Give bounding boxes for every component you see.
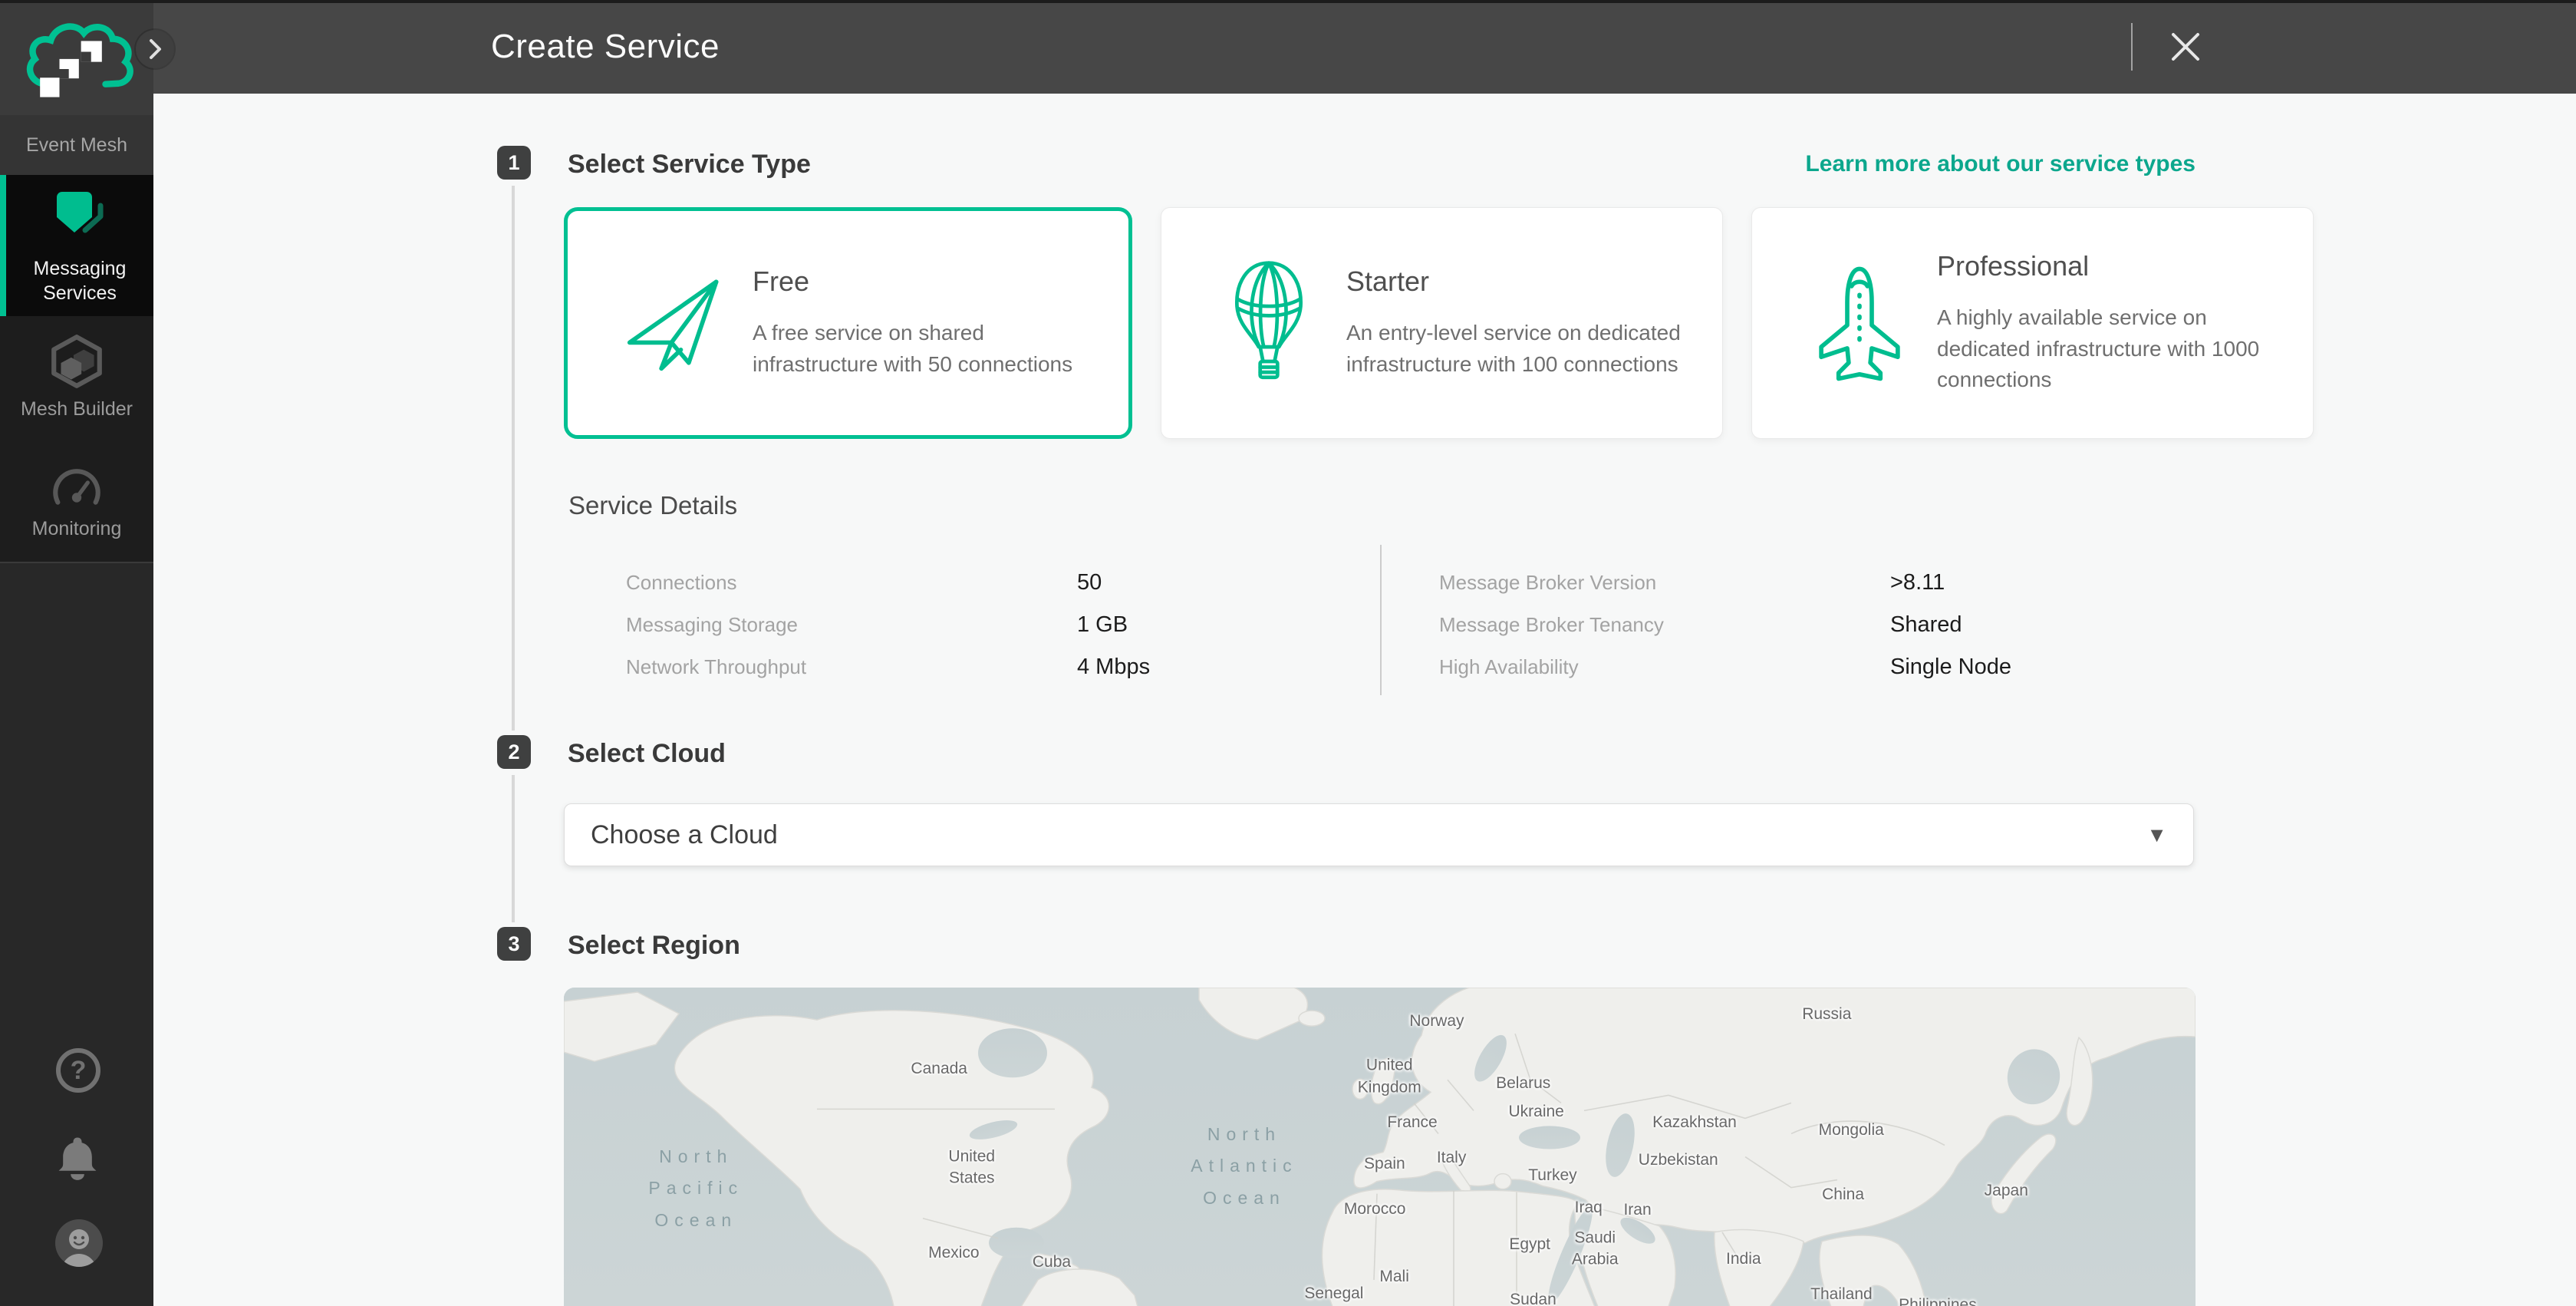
header-divider	[2131, 23, 2133, 71]
modal-header: Create Service	[153, 0, 2576, 94]
card-description: An entry-level service on dedicated infr…	[1346, 318, 1699, 380]
paper-plane-icon	[608, 262, 742, 384]
shield-icon	[50, 186, 110, 246]
card-title: Professional	[1937, 250, 2290, 282]
detail-label: High Availability	[1439, 655, 1890, 679]
service-type-cards: Free A free service on shared infrastruc…	[564, 207, 2196, 439]
card-description: A free service on shared infrastructure …	[753, 318, 1105, 380]
window-top-edge	[0, 0, 2576, 3]
avatar-icon	[54, 1218, 104, 1268]
service-details-title: Service Details	[568, 491, 737, 520]
detail-label: Connections	[626, 571, 1077, 595]
help-icon: ?	[54, 1046, 103, 1095]
cloud-select-value: Choose a Cloud	[591, 820, 2146, 850]
cloud-select-dropdown[interactable]: Choose a Cloud ▼	[564, 803, 2194, 866]
learn-more-link[interactable]: Learn more about our service types	[564, 151, 2196, 177]
detail-label: Message Broker Tenancy	[1439, 613, 1890, 637]
step-2-badge: 2	[497, 735, 531, 769]
card-title: Free	[753, 265, 1105, 298]
sidebar-item-messaging-services[interactable]: Messaging Services	[0, 175, 153, 316]
service-details-column-1: Connections 50 Messaging Storage 1 GB Ne…	[626, 562, 1150, 688]
sidebar-item-mesh-builder[interactable]: Mesh Builder	[0, 316, 153, 439]
detail-value: 50	[1077, 570, 1102, 595]
logo-block[interactable]	[0, 0, 153, 115]
detail-row: Message Broker Version >8.11	[1439, 562, 2011, 604]
detail-value: 4 Mbps	[1077, 655, 1150, 680]
chevron-right-icon	[136, 30, 174, 68]
sidebar-item-label: Messaging Services	[15, 256, 145, 305]
step-3-title: Select Region	[568, 931, 740, 961]
detail-row: High Availability Single Node	[1439, 646, 2011, 688]
step-connector	[512, 186, 515, 731]
page-title: Create Service	[491, 0, 720, 94]
step-2-title: Select Cloud	[568, 739, 726, 769]
sidebar-item-monitoring[interactable]: Monitoring	[0, 439, 153, 562]
account-button[interactable]	[54, 1218, 103, 1267]
detail-value: 1 GB	[1077, 612, 1128, 638]
sidebar-item-label: Monitoring	[12, 516, 142, 541]
card-title: Starter	[1346, 265, 1699, 298]
dropdown-caret-icon: ▼	[2146, 823, 2167, 847]
create-service-form: 1 Select Service Type Learn more about o…	[153, 94, 2576, 1306]
detail-value: Shared	[1890, 612, 1962, 638]
detail-value: >8.11	[1890, 570, 1945, 595]
sidebar-item-event-mesh[interactable]: Event Mesh	[0, 115, 153, 175]
region-map[interactable]: North Pacific OceanNorth Atlantic OceanR…	[564, 988, 2196, 1306]
bell-icon	[54, 1133, 101, 1181]
gauge-icon	[48, 460, 106, 509]
sidebar-expand-button[interactable]	[136, 30, 174, 68]
service-details-column-2: Message Broker Version >8.11 Message Bro…	[1439, 562, 2011, 688]
sidebar-item-label: Mesh Builder	[12, 397, 142, 421]
hot-air-balloon-icon	[1201, 253, 1336, 393]
step-3-badge: 3	[497, 927, 531, 961]
close-icon	[2163, 24, 2209, 70]
detail-value: Single Node	[1890, 655, 2011, 680]
sidebar-item-label: Event Mesh	[12, 133, 142, 157]
detail-row: Connections 50	[626, 562, 1150, 604]
detail-label: Messaging Storage	[626, 613, 1077, 637]
service-type-card-free[interactable]: Free A free service on shared infrastruc…	[564, 207, 1132, 439]
detail-row: Network Throughput 4 Mbps	[626, 646, 1150, 688]
sidebar-divider	[0, 562, 153, 563]
svg-text:?: ?	[71, 1056, 87, 1085]
solace-cloud-logo-icon	[19, 12, 134, 103]
notifications-button[interactable]	[54, 1133, 103, 1182]
airplane-icon	[1792, 262, 1926, 384]
help-button[interactable]: ?	[54, 1046, 103, 1095]
service-type-card-starter[interactable]: Starter An entry-level service on dedica…	[1161, 207, 1723, 439]
step-1-badge: 1	[497, 146, 531, 180]
close-button[interactable]	[2163, 24, 2209, 70]
create-service-screen: Create Service Event Mesh	[0, 0, 2576, 1306]
detail-row: Messaging Storage 1 GB	[626, 604, 1150, 646]
detail-label: Network Throughput	[626, 655, 1077, 679]
hexagon-icon	[48, 334, 106, 389]
detail-row: Message Broker Tenancy Shared	[1439, 604, 2011, 646]
service-type-card-professional[interactable]: Professional A highly available service …	[1751, 207, 2314, 439]
detail-label: Message Broker Version	[1439, 571, 1890, 595]
world-map-graphic	[564, 988, 2196, 1306]
card-description: A highly available service on dedicated …	[1937, 302, 2290, 396]
step-connector	[512, 775, 515, 922]
sidebar: Event Mesh Messaging Services Mesh Build…	[0, 0, 153, 1306]
service-details-divider	[1380, 545, 1382, 695]
